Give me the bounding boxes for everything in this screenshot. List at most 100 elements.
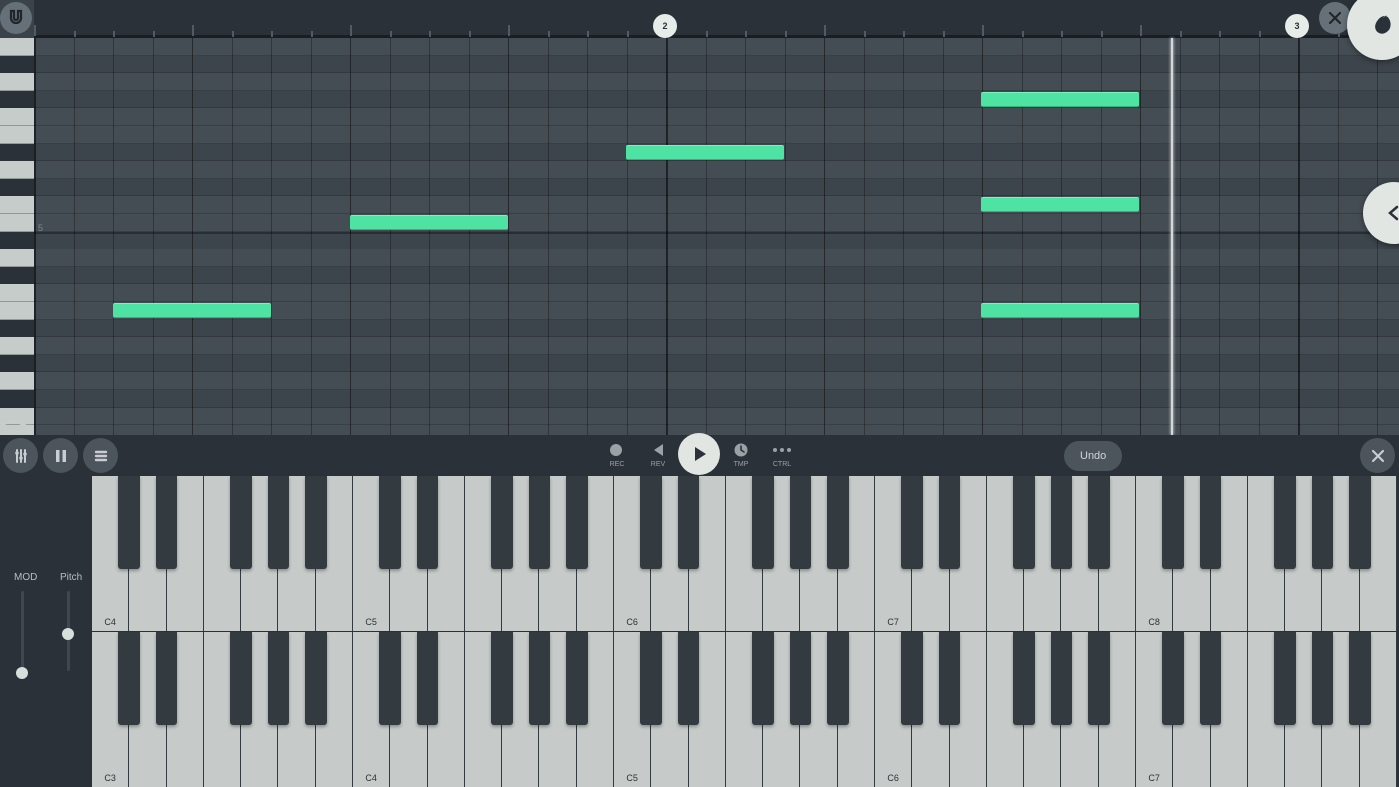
key-label: C7	[1136, 773, 1172, 783]
tmp-label: TMP	[732, 461, 750, 468]
black-key[interactable]	[379, 476, 401, 569]
close-piano-roll-button[interactable]	[1319, 2, 1351, 34]
black-key[interactable]	[118, 476, 140, 569]
black-key[interactable]	[491, 632, 513, 725]
black-key[interactable]	[1088, 476, 1110, 569]
ctrl-label: CTRL	[772, 461, 792, 468]
black-key[interactable]	[118, 632, 140, 725]
rev-label: REV	[650, 461, 666, 468]
black-key[interactable]	[1013, 632, 1035, 725]
piano-roll-grid[interactable]: 5	[34, 38, 1399, 435]
black-key[interactable]	[901, 632, 923, 725]
rewind-button[interactable]	[649, 442, 665, 458]
pitch-label: Pitch	[60, 572, 82, 583]
fruit-icon	[1365, 8, 1399, 42]
sliders-icon	[11, 446, 31, 466]
black-key[interactable]	[1051, 476, 1073, 569]
black-key[interactable]	[939, 632, 961, 725]
key-label: C6	[614, 617, 650, 627]
black-key[interactable]	[566, 632, 588, 725]
clock-icon	[733, 442, 749, 458]
key-label: C7	[875, 617, 911, 627]
midi-note[interactable]	[981, 303, 1139, 318]
black-key[interactable]	[1200, 632, 1222, 725]
black-key[interactable]	[678, 476, 700, 569]
black-key[interactable]	[939, 476, 961, 569]
play-icon	[689, 444, 709, 464]
black-key[interactable]	[1088, 632, 1110, 725]
black-key[interactable]	[640, 632, 662, 725]
chevron-left-icon	[1384, 203, 1399, 223]
black-key[interactable]	[1312, 632, 1334, 725]
black-key[interactable]	[752, 476, 774, 569]
black-key[interactable]	[1274, 476, 1296, 569]
black-key[interactable]	[1162, 632, 1184, 725]
black-key[interactable]	[827, 632, 849, 725]
black-key[interactable]	[752, 632, 774, 725]
mod-slider-handle[interactable]	[16, 667, 28, 679]
black-key[interactable]	[491, 476, 513, 569]
black-key[interactable]	[156, 632, 178, 725]
keyboard-row-top[interactable]: C4C5C6C7C8	[92, 476, 1397, 631]
midi-note[interactable]	[981, 197, 1139, 212]
key-label: C3	[92, 773, 128, 783]
ctrl-button[interactable]	[772, 445, 792, 455]
pause-tool-button[interactable]	[43, 438, 78, 473]
midi-note[interactable]	[626, 145, 784, 160]
piano-roll-keys[interactable]	[0, 38, 34, 435]
black-key[interactable]	[1200, 476, 1222, 569]
black-key[interactable]	[417, 476, 439, 569]
black-key[interactable]	[529, 632, 551, 725]
bar-marker[interactable]: 2	[653, 14, 677, 38]
list-icon	[91, 446, 111, 466]
black-key[interactable]	[529, 476, 551, 569]
midi-note[interactable]	[350, 215, 508, 230]
black-key[interactable]	[305, 632, 327, 725]
black-key[interactable]	[305, 476, 327, 569]
snap-button[interactable]	[0, 2, 32, 34]
undo-label: Undo	[1080, 450, 1106, 462]
black-key[interactable]	[790, 632, 812, 725]
black-key[interactable]	[1274, 632, 1296, 725]
black-key[interactable]	[901, 476, 923, 569]
pitch-slider-handle[interactable]	[62, 628, 74, 640]
close-icon	[1369, 447, 1387, 465]
dots-icon	[772, 445, 792, 455]
black-key[interactable]	[827, 476, 849, 569]
rec-label: REC	[609, 461, 625, 468]
black-key[interactable]	[790, 476, 812, 569]
black-key[interactable]	[230, 632, 252, 725]
sliders-tool-button[interactable]	[3, 438, 38, 473]
black-key[interactable]	[417, 632, 439, 725]
tempo-button[interactable]	[733, 442, 749, 458]
black-key[interactable]	[640, 476, 662, 569]
black-key[interactable]	[268, 476, 290, 569]
black-key[interactable]	[1051, 632, 1073, 725]
key-label: C4	[353, 773, 389, 783]
black-key[interactable]	[379, 632, 401, 725]
black-key[interactable]	[156, 476, 178, 569]
key-label: C6	[875, 773, 911, 783]
timeline-ruler[interactable]: 23	[34, 0, 1399, 38]
black-key[interactable]	[268, 632, 290, 725]
midi-note[interactable]	[113, 303, 271, 318]
black-key[interactable]	[1349, 632, 1371, 725]
playhead[interactable]	[1171, 38, 1173, 435]
black-key[interactable]	[1312, 476, 1334, 569]
black-key[interactable]	[230, 476, 252, 569]
close-icon	[1326, 9, 1344, 27]
close-keyboard-button[interactable]	[1360, 438, 1395, 473]
black-key[interactable]	[1162, 476, 1184, 569]
black-key[interactable]	[678, 632, 700, 725]
list-tool-button[interactable]	[83, 438, 118, 473]
black-key[interactable]	[1349, 476, 1371, 569]
record-icon	[609, 443, 623, 457]
play-button[interactable]	[678, 433, 720, 475]
keyboard-row-bottom[interactable]: C3C4C5C6C7	[92, 632, 1397, 787]
black-key[interactable]	[566, 476, 588, 569]
midi-note[interactable]	[981, 92, 1139, 107]
record-button[interactable]	[609, 443, 623, 457]
bar-marker[interactable]: 3	[1285, 14, 1309, 38]
undo-button[interactable]: Undo	[1064, 441, 1122, 471]
black-key[interactable]	[1013, 476, 1035, 569]
